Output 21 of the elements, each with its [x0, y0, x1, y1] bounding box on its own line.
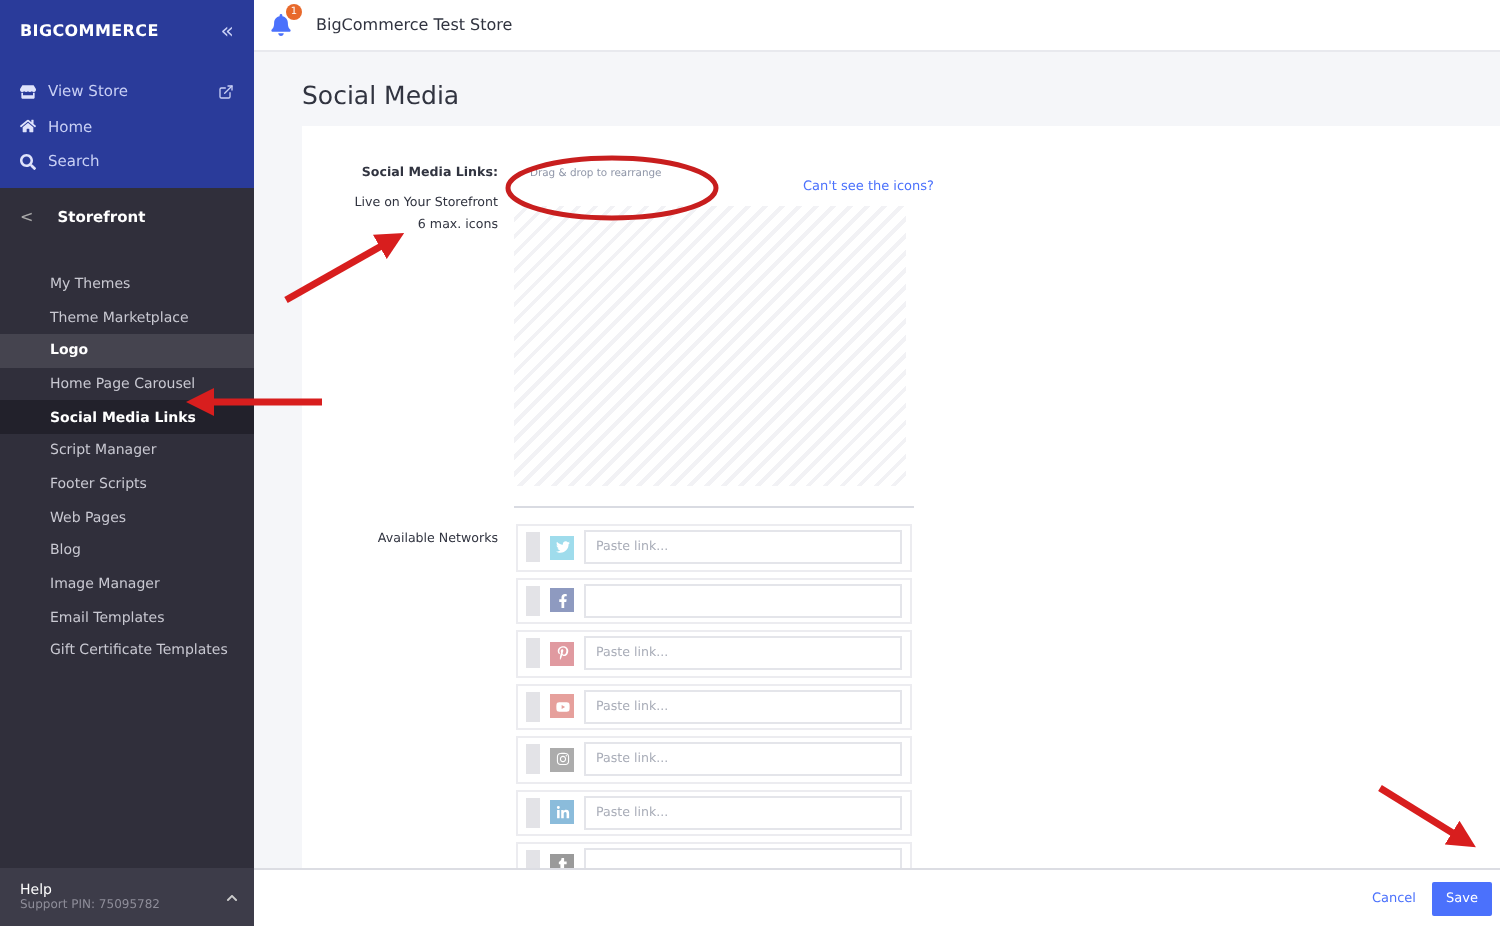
drag-handle[interactable] — [526, 744, 540, 775]
brand-logo: BIGCOMMERCE — [20, 21, 159, 39]
bell-icon[interactable] — [270, 14, 292, 36]
drag-handle[interactable] — [526, 532, 540, 563]
external-link-icon — [218, 83, 234, 100]
drag-handle[interactable] — [526, 797, 540, 828]
link-input[interactable] — [584, 583, 902, 618]
collapse-button[interactable]: « — [220, 17, 234, 43]
annotation-arrow — [284, 233, 405, 304]
search-icon — [20, 153, 36, 170]
drag-handle[interactable] — [526, 638, 540, 669]
page-title: Social Media — [302, 80, 462, 110]
caret-icon — [226, 891, 238, 903]
drag-handle[interactable] — [526, 585, 540, 616]
store-name: BigCommerce Test Store — [316, 16, 513, 34]
drop-zone[interactable] — [514, 206, 906, 486]
back-button[interactable]: < — [20, 208, 34, 226]
drag-handle[interactable] — [526, 691, 540, 722]
store-icon — [20, 83, 36, 100]
annotation-arrow — [1378, 785, 1476, 848]
home-icon — [20, 118, 36, 135]
